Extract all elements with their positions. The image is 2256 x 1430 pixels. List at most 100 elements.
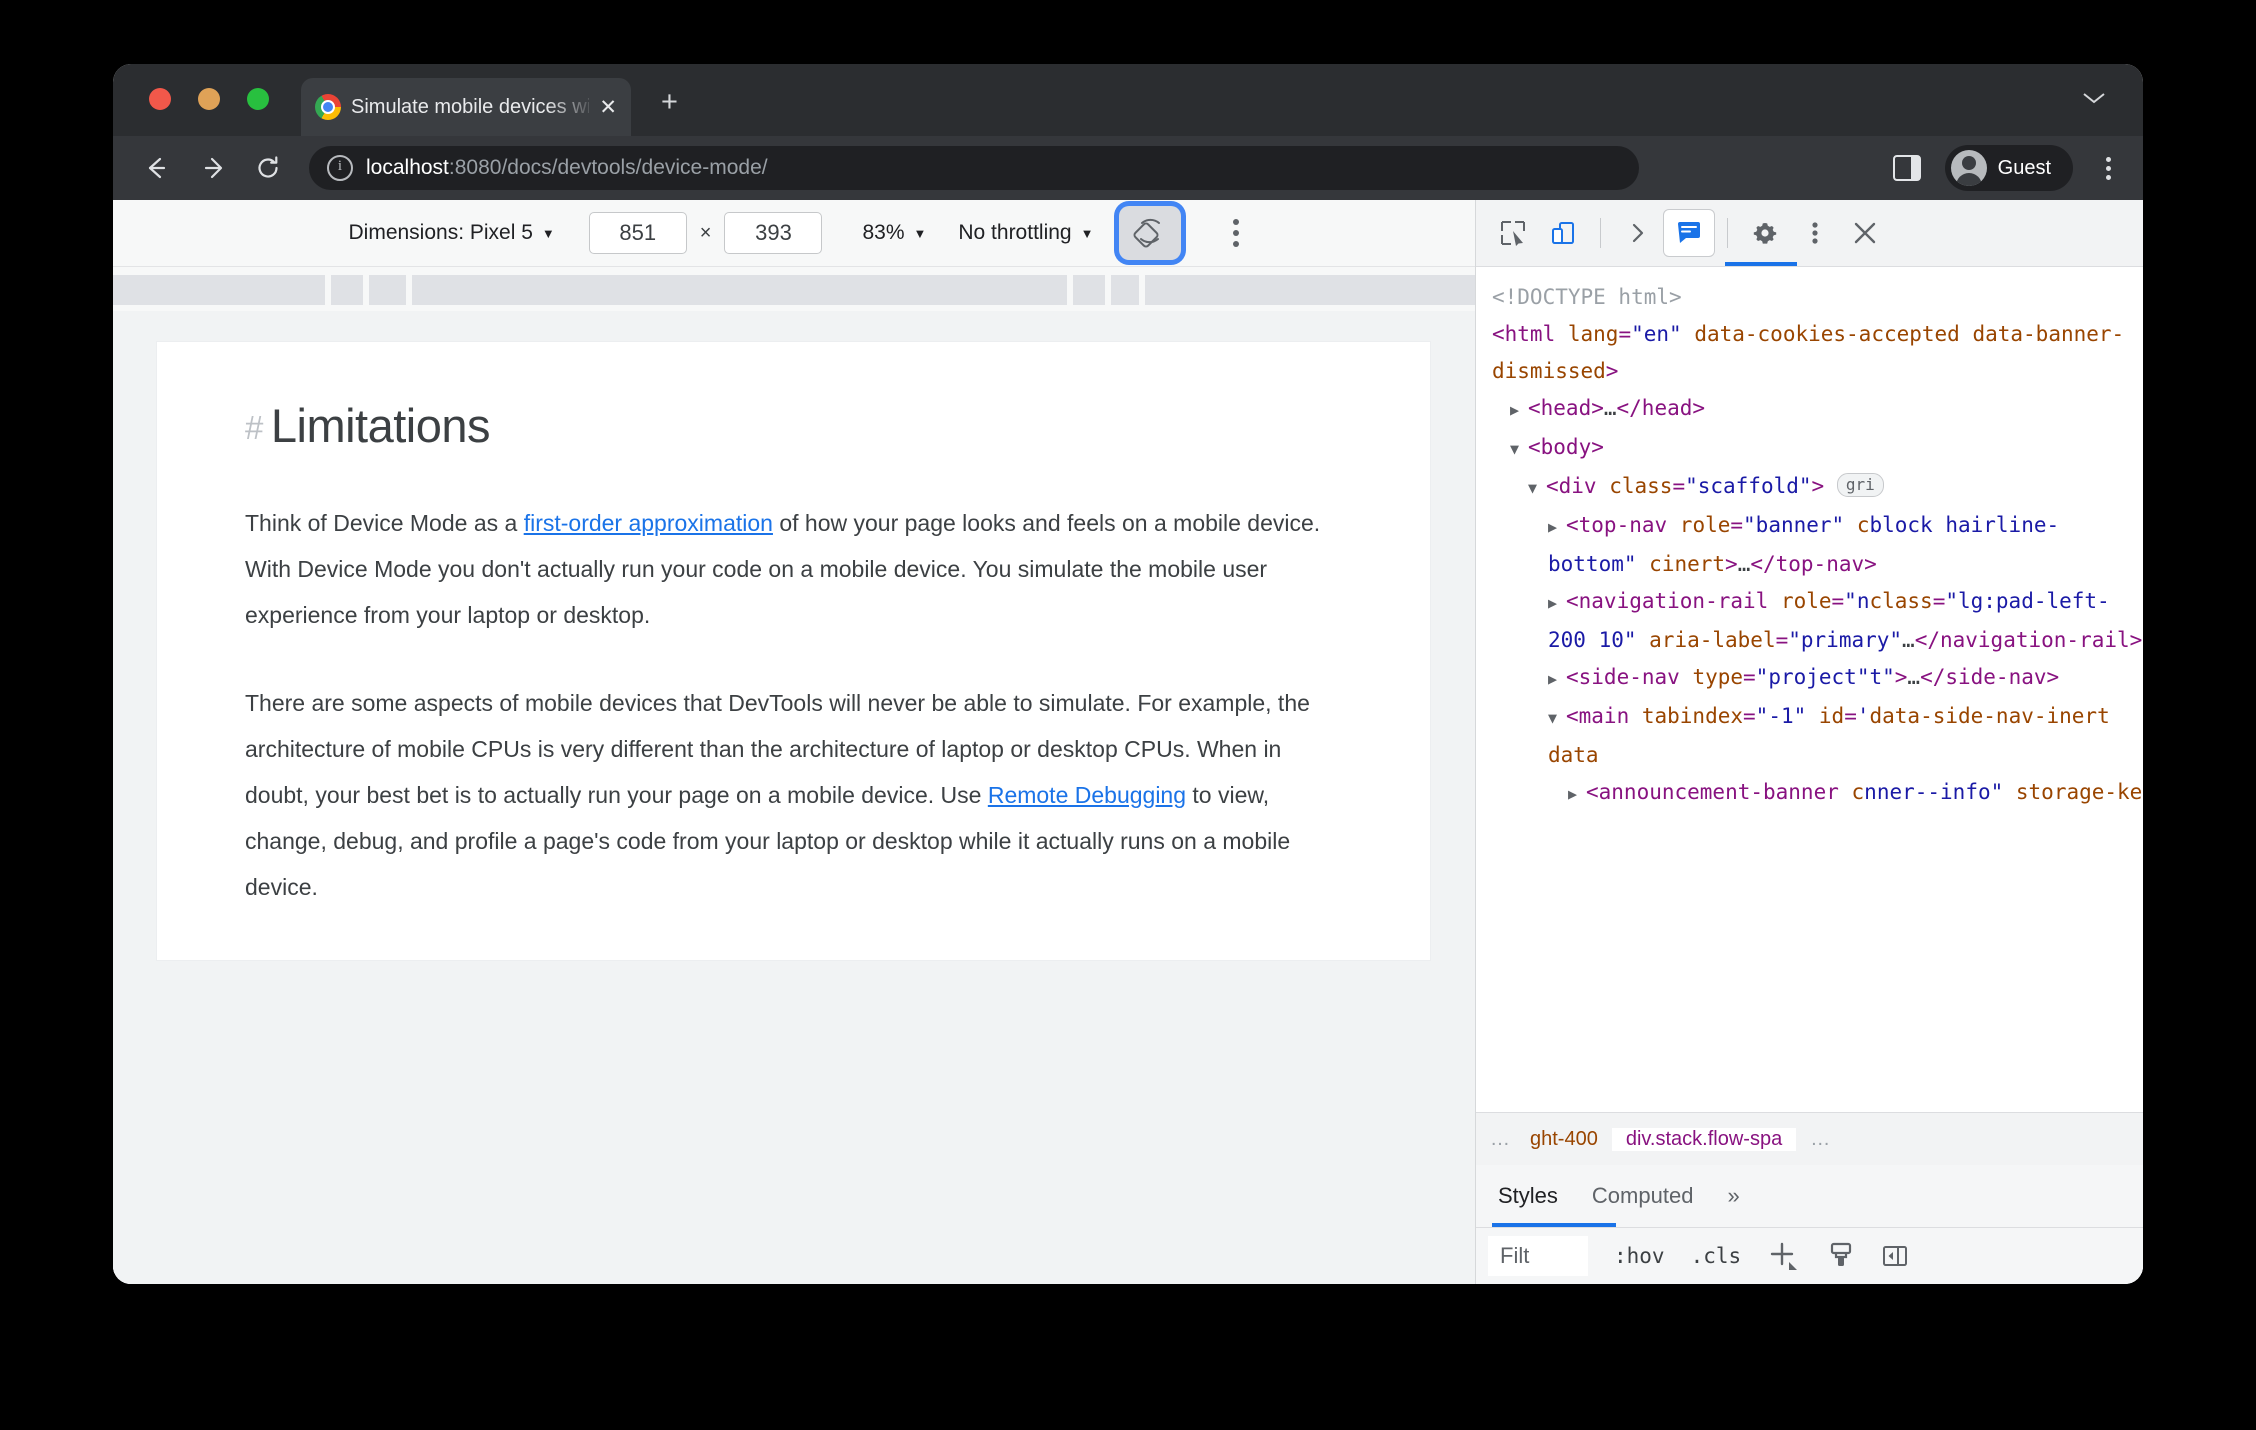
inspect-element-icon[interactable]: [1488, 210, 1538, 256]
side-panel-icon[interactable]: [1892, 155, 1921, 181]
minimize-window-button[interactable]: [198, 88, 220, 110]
viewport-width-input[interactable]: 851: [588, 212, 687, 254]
breadcrumb[interactable]: … ght-400 div.stack.flow-spa …: [1476, 1112, 2143, 1165]
gear-icon[interactable]: [1740, 210, 1790, 256]
expand-triangle-icon[interactable]: ▶: [1548, 661, 1566, 698]
anchor-hash: #: [245, 409, 263, 446]
active-panel-underline: [1725, 262, 1797, 266]
address-bar-url: localhost:8080/docs/devtools/device-mode…: [366, 156, 768, 180]
browser-content: Dimensions: Pixel 5 ▼ 851 × 393 83% ▼ No…: [113, 200, 2143, 1284]
devtools-panel: <!DOCTYPE html> <html lang="en" data-cook…: [1476, 200, 2143, 1284]
zoom-window-button[interactable]: [247, 88, 269, 110]
three-dot-menu-icon[interactable]: [1790, 210, 1840, 256]
tab-styles[interactable]: Styles: [1498, 1183, 1558, 1209]
plus-icon[interactable]: [1767, 1240, 1801, 1272]
breadcrumb-overflow-left[interactable]: …: [1476, 1128, 1526, 1151]
rotate-device-button[interactable]: [1119, 206, 1182, 260]
paragraph-2: There are some aspects of mobile devices…: [245, 680, 1342, 910]
device-toolbar-icon[interactable]: [1538, 210, 1588, 256]
address-bar[interactable]: i localhost:8080/docs/devtools/device-mo…: [309, 146, 1639, 190]
styles-tab-underline: [1492, 1223, 1616, 1227]
toolbar-divider: [1600, 218, 1601, 248]
profile-label: Guest: [1997, 156, 2051, 179]
device-viewport[interactable]: # Limitations Think of Device Mode as a f…: [113, 311, 1475, 1284]
chevron-double-right-icon[interactable]: »: [1727, 1183, 1739, 1209]
expand-triangle-icon[interactable]: ▶: [1568, 776, 1586, 813]
breadcrumb-item-selected[interactable]: div.stack.flow-spa: [1611, 1127, 1797, 1151]
viewport-height-input[interactable]: 393: [724, 212, 823, 254]
expand-triangle-icon[interactable]: ▶: [1548, 509, 1566, 546]
cls-button[interactable]: .cls: [1691, 1244, 1742, 1268]
dom-tree[interactable]: <!DOCTYPE html> <html lang="en" data-cook…: [1476, 267, 2143, 1112]
reload-button[interactable]: [247, 147, 289, 189]
profile-button[interactable]: Guest: [1944, 145, 2073, 191]
throttling-label: No throttling: [958, 221, 1072, 244]
collapse-triangle-icon[interactable]: ▼: [1548, 700, 1566, 737]
window-traffic-lights: [149, 88, 269, 110]
back-button[interactable]: [135, 147, 177, 189]
dom-line[interactable]: <!DOCTYPE html>: [1492, 279, 2143, 316]
chevron-down-icon: ▼: [1080, 225, 1094, 241]
toolbar-right-group: Guest: [1865, 145, 2143, 191]
paragraph-1: Think of Device Mode as a first-order ap…: [245, 500, 1342, 638]
breadcrumb-overflow-right[interactable]: …: [1796, 1128, 1846, 1151]
url-path: :8080/docs/devtools/device-mode/: [448, 156, 768, 179]
multiply-symbol: ×: [699, 221, 712, 244]
dom-line[interactable]: <html lang="en" data-cookies-accepted da…: [1492, 316, 2143, 390]
three-dot-menu-icon[interactable]: [2091, 156, 2125, 180]
device-mode-ruler[interactable]: [113, 267, 1475, 311]
elements-chat-icon[interactable]: [1663, 209, 1715, 257]
dom-line[interactable]: ▼ <div class="scaffold"> gri: [1492, 468, 2143, 507]
page-content-card: # Limitations Think of Device Mode as a f…: [156, 341, 1431, 961]
tab-computed[interactable]: Computed: [1592, 1183, 1694, 1209]
new-tab-button[interactable]: +: [661, 88, 678, 117]
tab-title: Simulate mobile devices with D: [351, 95, 590, 118]
chevron-down-icon[interactable]: [2081, 90, 2107, 111]
close-icon[interactable]: [1840, 210, 1890, 256]
toolbar-divider-2: [1727, 218, 1728, 248]
dom-line[interactable]: ▼ <main tabindex="-1" id='data-side-nav-i…: [1492, 698, 2143, 774]
close-window-button[interactable]: [149, 88, 171, 110]
hov-button[interactable]: :hov: [1614, 1244, 1665, 1268]
page-title: # Limitations: [245, 398, 1342, 453]
expand-triangle-icon[interactable]: ▶: [1548, 585, 1566, 622]
throttling-selector[interactable]: No throttling ▼: [958, 221, 1093, 245]
expand-triangle-icon[interactable]: ▶: [1510, 392, 1528, 429]
grid-badge[interactable]: gri: [1836, 473, 1884, 497]
dom-line[interactable]: ▶ <navigation-rail role="nclass="lg:pad-l…: [1492, 583, 2143, 659]
collapse-triangle-icon[interactable]: ▼: [1510, 431, 1528, 468]
info-circle-icon[interactable]: i: [327, 155, 353, 181]
breadcrumb-item[interactable]: ght-400: [1526, 1128, 1612, 1151]
browser-toolbar: i localhost:8080/docs/devtools/device-mo…: [113, 136, 2143, 200]
styles-toolbar: Filt :hov .cls: [1476, 1228, 2143, 1284]
device-mode-toolbar: Dimensions: Pixel 5 ▼ 851 × 393 83% ▼ No…: [113, 200, 1475, 267]
dom-line[interactable]: ▶ <announcement-banner cnner--info" stora…: [1492, 774, 2143, 813]
account-circle-icon: [1950, 150, 1987, 186]
zoom-label: 83%: [862, 221, 905, 244]
zoom-selector[interactable]: 83% ▼: [862, 221, 926, 245]
dom-line[interactable]: ▶ <side-nav type="project"t">…</side-nav>: [1492, 659, 2143, 698]
dom-line[interactable]: ▼ <body>: [1492, 429, 2143, 468]
chevron-down-icon: ▼: [913, 225, 927, 241]
chrome-logo-icon: [315, 94, 341, 120]
devtools-toolbar: [1476, 200, 2143, 267]
remote-debugging-link[interactable]: Remote Debugging: [988, 782, 1186, 808]
device-selector[interactable]: Dimensions: Pixel 5 ▼: [349, 221, 555, 245]
close-icon[interactable]: ✕: [599, 97, 617, 118]
rotate-device-icon: [1133, 214, 1167, 253]
dom-line[interactable]: ▶ <top-nav role="banner" cblock hairline-…: [1492, 507, 2143, 583]
device-mode-more-options[interactable]: [1233, 219, 1240, 247]
dom-line[interactable]: ▶ <head>…</head>: [1492, 390, 2143, 429]
styles-panel-tabs: Styles Computed »: [1476, 1165, 2143, 1228]
paragraph-1-pre: Think of Device Mode as a: [245, 510, 524, 536]
first-order-approximation-link[interactable]: first-order approximation: [524, 510, 773, 536]
device-selector-label: Dimensions: Pixel 5: [348, 221, 533, 244]
forward-button[interactable]: [191, 147, 233, 189]
chevron-right-icon[interactable]: [1613, 210, 1663, 256]
styles-filter-input[interactable]: Filt: [1488, 1236, 1588, 1276]
toggle-sidebar-icon[interactable]: [1881, 1242, 1909, 1270]
rendering-emulation-icon[interactable]: [1827, 1241, 1855, 1271]
browser-tab-active[interactable]: Simulate mobile devices with D ✕: [301, 78, 631, 136]
collapse-triangle-icon[interactable]: ▼: [1528, 470, 1546, 507]
doctype-text: <!DOCTYPE html>: [1492, 285, 1682, 309]
